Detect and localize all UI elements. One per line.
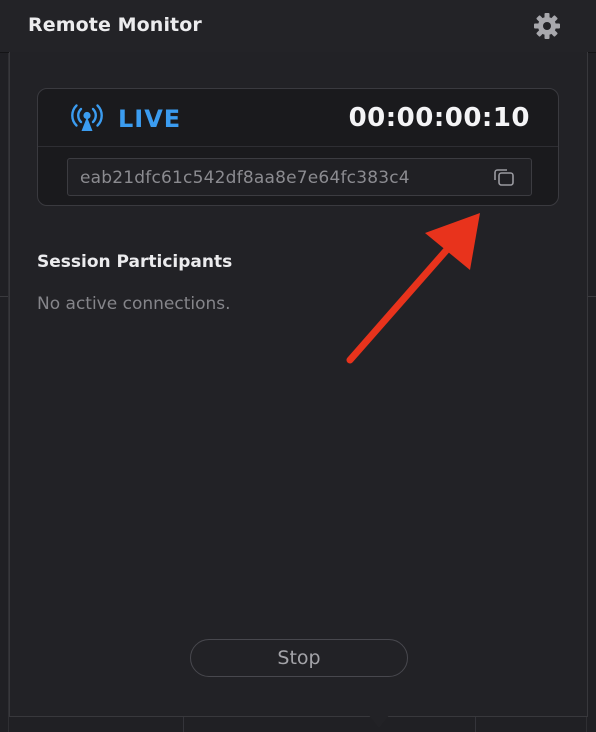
session-id-field[interactable]: eab21dfc61c542df8aa8e7e64fc383c4 <box>67 158 532 196</box>
broadcast-icon <box>71 103 103 133</box>
background-divider <box>475 716 476 732</box>
empty-state-message: No active connections. <box>37 294 231 314</box>
live-session-card: LIVE 00:00:00:10 eab21dfc61c542df8aa8e7e… <box>37 88 559 206</box>
gear-icon[interactable] <box>533 12 561 40</box>
session-timer: 00:00:00:10 <box>348 103 530 133</box>
session-id-value: eab21dfc61c542df8aa8e7e64fc383c4 <box>80 168 410 188</box>
arrow-annotation <box>346 213 480 364</box>
panel-title: Remote Monitor <box>28 14 202 36</box>
panel-header: Remote Monitor <box>0 0 596 53</box>
background-divider <box>587 296 596 297</box>
copy-icon[interactable] <box>491 167 517 189</box>
live-status-row: LIVE 00:00:00:10 <box>38 89 558 147</box>
background-divider <box>183 716 184 732</box>
background-divider <box>0 296 8 297</box>
live-status-label: LIVE <box>118 105 182 133</box>
stop-button[interactable]: Stop <box>190 639 408 677</box>
section-title: Session Participants <box>37 252 233 272</box>
